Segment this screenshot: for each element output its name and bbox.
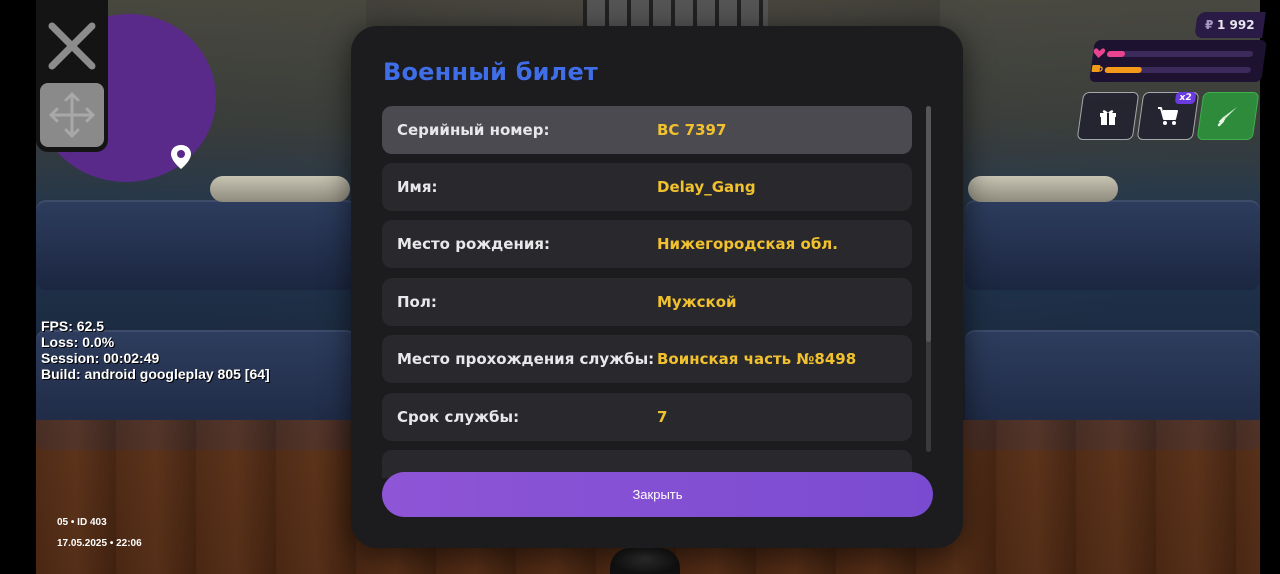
row-label: Срок службы: (397, 408, 520, 426)
move-arrows-icon (49, 92, 95, 138)
hunger-fill (1104, 67, 1142, 73)
cart-badge: x2 (1174, 92, 1197, 104)
datetime-text: 17.05.2025 • 22:06 (57, 538, 142, 549)
row-value: 7 (657, 408, 668, 426)
row-label: Серийный номер: (397, 121, 550, 139)
knife-icon (1217, 107, 1237, 127)
health-fill (1106, 51, 1125, 57)
row-label: Имя: (397, 178, 438, 196)
pillow-left (210, 176, 350, 202)
weapon-button[interactable] (1196, 92, 1260, 140)
screen-edge-left (0, 0, 36, 574)
military-id-dialog: Военный билет Серийный номер: BC 7397 Им… (351, 26, 963, 548)
gift-icon (1100, 110, 1116, 125)
build-text: Build: android googleplay 805 [64] (41, 366, 270, 382)
scrollbar[interactable] (926, 106, 931, 452)
money-value: 1 992 (1217, 18, 1255, 32)
gift-button[interactable] (1076, 92, 1140, 140)
map-move-button[interactable] (40, 83, 104, 147)
list-item: Место рождения: Нижегородская обл. (382, 220, 912, 268)
row-value: Delay_Gang (657, 178, 756, 196)
scrollbar-thumb[interactable] (926, 106, 931, 342)
row-label: Пол: (397, 293, 437, 311)
dialog-title: Военный билет (383, 58, 599, 86)
debug-overlay: FPS: 62.5 Loss: 0.0% Session: 00:02:49 B… (41, 318, 270, 382)
row-label: Место прохождения службы: (397, 350, 655, 368)
cup-icon (1091, 65, 1103, 72)
pillow-right (968, 176, 1118, 202)
close-icon (48, 22, 96, 70)
row-value: Мужской (657, 293, 737, 311)
ruble-icon: ₽ (1205, 18, 1214, 32)
list-item: Серийный номер: BC 7397 (382, 106, 912, 154)
money-display: ₽ 1 992 (1194, 12, 1266, 38)
map-pin-icon (171, 145, 191, 169)
health-bar (1093, 48, 1254, 58)
row-value: Воинская часть №8498 (657, 350, 857, 368)
heart-icon (1093, 48, 1106, 58)
close-button[interactable]: Закрыть (382, 472, 933, 517)
loss-text: Loss: 0.0% (41, 334, 115, 350)
list-item: Имя: Delay_Gang (382, 163, 912, 211)
list-item: Место прохождения службы: Воинская часть… (382, 335, 912, 383)
info-list[interactable]: Серийный номер: BC 7397 Имя: Delay_Gang … (382, 106, 912, 478)
hunger-bar (1091, 65, 1252, 73)
screen-edge-right (1260, 0, 1280, 574)
row-value: BC 7397 (657, 121, 727, 139)
list-item: Срок службы: 7 (382, 393, 912, 441)
bunk-bed-left-top (36, 200, 356, 290)
row-label: Место рождения: (397, 235, 550, 253)
map-close-button[interactable] (40, 14, 104, 78)
bunk-bed-right-top (965, 200, 1260, 290)
player-stats-panel (1089, 40, 1267, 82)
shop-button[interactable]: x2 (1136, 92, 1200, 140)
fps-text: FPS: 62.5 (41, 318, 105, 334)
window-bars (583, 0, 768, 28)
session-text: Session: 00:02:49 (41, 350, 160, 366)
row-value: Нижегородская обл. (657, 235, 838, 253)
cart-icon (1158, 107, 1178, 125)
map-tools-panel (36, 0, 108, 152)
server-id-text: 05 • ID 403 (57, 517, 107, 528)
player-feet (610, 548, 680, 574)
list-item: Пол: Мужской (382, 278, 912, 326)
